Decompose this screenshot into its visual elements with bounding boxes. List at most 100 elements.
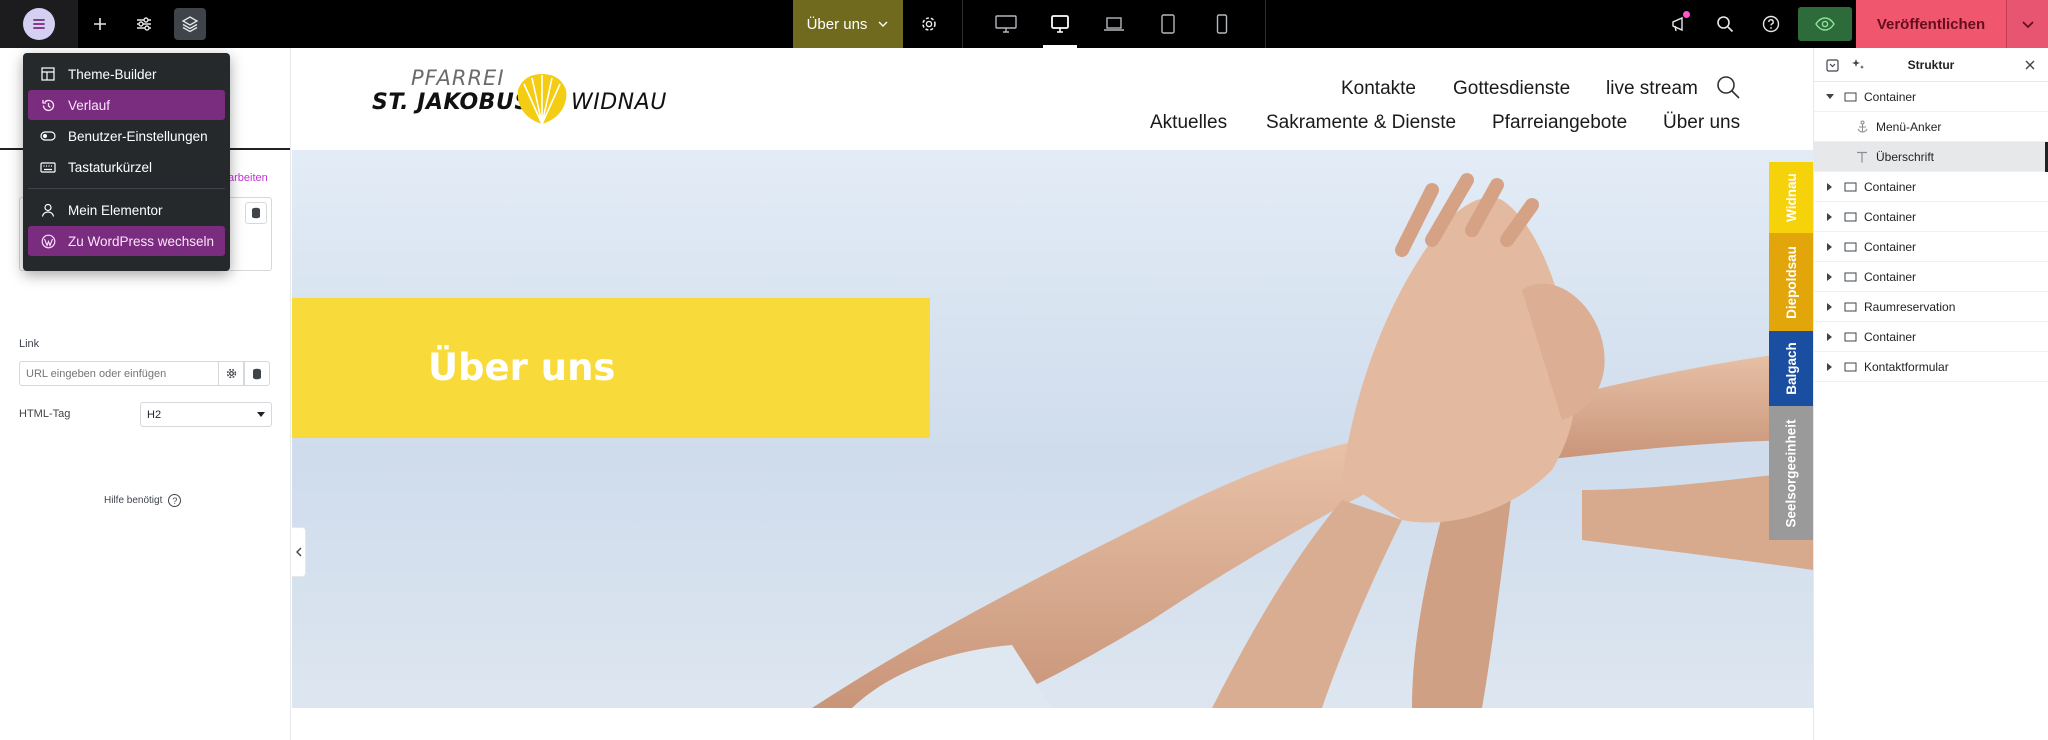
question-circle-icon <box>1762 15 1780 33</box>
structure-toggle-button[interactable] <box>174 8 206 40</box>
user-icon <box>40 202 56 218</box>
menu-item-keyboard-shortcuts[interactable]: Tastaturkürzel <box>28 152 225 182</box>
device-tablet-button[interactable] <box>1141 0 1195 48</box>
search-icon[interactable] <box>1715 74 1741 100</box>
caret-right-icon[interactable] <box>1822 272 1838 281</box>
structure-panel: Struktur Container Menü-Anker Überschrif… <box>1813 48 2048 740</box>
structure-item-kontaktformular[interactable]: Kontaktformular <box>1814 352 2048 382</box>
side-tab-label: Widnau <box>1783 173 1799 222</box>
question-icon: ? <box>168 494 182 507</box>
edit-link[interactable]: arbeiten <box>228 172 268 184</box>
side-tab-widnau[interactable]: Widnau <box>1769 162 1813 233</box>
gear-icon <box>226 368 236 379</box>
caret-right-icon[interactable] <box>1822 182 1838 191</box>
publish-options-button[interactable] <box>2006 0 2048 48</box>
notifications-button[interactable] <box>1656 0 1702 48</box>
site-settings-button[interactable] <box>122 0 166 48</box>
side-tab-balgach[interactable]: Balgach <box>1769 331 1813 406</box>
device-laptop-large-button[interactable] <box>1033 0 1087 48</box>
device-laptop-button[interactable] <box>1087 0 1141 48</box>
help-button[interactable] <box>1748 0 1794 48</box>
structure-item-heading[interactable]: Überschrift <box>1814 142 2048 172</box>
page-selector-label: Über uns <box>806 15 868 33</box>
desktop-icon <box>995 15 1017 33</box>
nav-link-live-stream[interactable]: live stream <box>1606 78 1698 104</box>
page-settings-button[interactable] <box>906 0 952 48</box>
history-icon <box>40 97 56 113</box>
device-mobile-button[interactable] <box>1195 0 1249 48</box>
structure-item-raumreservation[interactable]: Raumreservation <box>1814 292 2048 322</box>
menu-item-user-preferences[interactable]: Benutzer-Einstellungen <box>28 121 225 151</box>
link-options-button[interactable] <box>218 361 244 386</box>
menu-item-switch-to-wordpress[interactable]: Zu WordPress wechseln <box>28 226 225 256</box>
nav-link-ueber-uns[interactable]: Über uns <box>1663 112 1740 138</box>
structure-item-label: Container <box>1864 209 1917 224</box>
structure-item-label: Container <box>1864 89 1917 104</box>
hero-title-box[interactable]: Über uns <box>292 298 930 438</box>
parish-side-tabs: Widnau Diepoldsau Balgach Seelsorgeeinhe… <box>1769 162 1813 540</box>
finder-button[interactable] <box>1702 0 1748 48</box>
structure-panel-title: Struktur <box>1907 57 1955 72</box>
site-logo[interactable]: PFARREI ST. JAKOBUS WIDNAU <box>372 66 666 128</box>
database-icon <box>253 368 261 379</box>
preview-button[interactable] <box>1798 7 1852 41</box>
nav-link-aktuelles[interactable]: Aktuelles <box>1150 112 1227 138</box>
nav-link-pfarreiangebote[interactable]: Pfarreiangebote <box>1492 112 1627 138</box>
structure-item-container[interactable]: Container <box>1814 82 2048 112</box>
caret-down-icon[interactable] <box>1822 93 1838 100</box>
structure-item-label: Überschrift <box>1876 149 1935 164</box>
caret-right-icon[interactable] <box>1822 212 1838 221</box>
menu-item-my-elementor[interactable]: Mein Elementor <box>28 195 225 225</box>
editor-canvas: PFARREI ST. JAKOBUS WIDNAU Kontakte Gott… <box>292 48 1813 740</box>
html-tag-select[interactable]: H2 <box>140 402 272 427</box>
url-input[interactable] <box>19 361 219 386</box>
structure-item-container[interactable]: Container <box>1814 202 2048 232</box>
editor-topbar: Über uns Veröffentlichen <box>0 0 2048 48</box>
sliders-icon <box>137 17 151 31</box>
structure-item-container[interactable]: Container <box>1814 322 2048 352</box>
nav-link-sakramente-dienste[interactable]: Sakramente & Dienste <box>1266 112 1456 138</box>
close-structure-button[interactable] <box>2022 57 2038 73</box>
scallop-shell-icon <box>517 74 567 125</box>
page-selector[interactable]: Über uns <box>793 0 903 48</box>
menu-divider <box>28 188 225 189</box>
hamburger-icon <box>33 19 45 29</box>
dynamic-tags-button[interactable] <box>245 202 267 224</box>
structure-item-container[interactable]: Container <box>1814 172 2048 202</box>
caret-right-icon[interactable] <box>1822 302 1838 311</box>
publish-button[interactable]: Veröffentlichen <box>1856 0 2006 48</box>
structure-item-label: Menü-Anker <box>1876 119 1942 134</box>
monitor-icon <box>1051 15 1069 33</box>
container-icon <box>1843 360 1857 374</box>
container-icon <box>1843 240 1857 254</box>
structure-item-menu-anchor[interactable]: Menü-Anker <box>1814 112 2048 142</box>
plus-icon <box>94 18 106 30</box>
link-label: Link <box>19 338 40 350</box>
main-menu-wrap <box>0 0 78 48</box>
structure-item-container[interactable]: Container <box>1814 262 2048 292</box>
structure-item-label: Container <box>1864 179 1917 194</box>
structure-item-container[interactable]: Container <box>1814 232 2048 262</box>
caret-right-icon[interactable] <box>1822 242 1838 251</box>
nav-link-gottesdienste[interactable]: Gottesdienste <box>1453 78 1570 104</box>
logo-text-pfarrei: PFARREI <box>411 66 505 90</box>
tablet-icon <box>1161 14 1175 34</box>
link-dynamic-tags-button[interactable] <box>244 361 270 386</box>
menu-item-history[interactable]: Verlauf <box>28 90 225 120</box>
help-link[interactable]: Hilfe benötigt ? <box>104 494 182 507</box>
add-element-button[interactable] <box>78 0 122 48</box>
side-tab-diepoldsau[interactable]: Diepoldsau <box>1769 233 1813 331</box>
caret-right-icon[interactable] <box>1822 332 1838 341</box>
hero-title[interactable]: Über uns <box>428 346 615 389</box>
side-tab-seelsorgeeinheit[interactable]: Seelsorgeeinheit <box>1769 406 1813 540</box>
side-tab-label: Diepoldsau <box>1783 245 1799 319</box>
device-desktop-button[interactable] <box>979 0 1033 48</box>
nav-link-kontakte[interactable]: Kontakte <box>1341 78 1416 104</box>
menu-item-label: Verlauf <box>68 97 111 113</box>
caret-down-icon <box>257 411 265 417</box>
anchor-icon <box>1855 120 1869 134</box>
caret-right-icon[interactable] <box>1822 362 1838 371</box>
menu-item-theme-builder[interactable]: Theme-Builder <box>28 59 225 89</box>
collapse-panel-button[interactable] <box>292 527 306 577</box>
main-menu-button[interactable] <box>23 8 55 40</box>
